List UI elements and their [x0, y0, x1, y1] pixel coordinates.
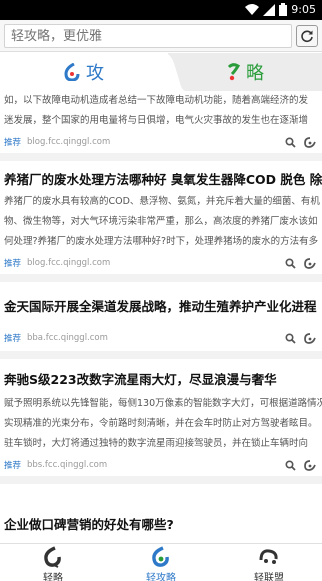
article-url: blog.fcc.qinggl.com	[27, 258, 111, 268]
battery-icon	[279, 3, 288, 16]
article-meta: 推荐 bbs.fcc.qinggl.com	[4, 454, 322, 476]
article-card[interactable]: 企业做口碑营销的好处有哪些?	[0, 484, 322, 533]
article-url: bba.fcc.qinggl.com	[27, 333, 108, 343]
article-url: blog.fcc.qinggl.com	[27, 137, 111, 147]
summary-line: 如，以下故障电动机造成者总结一下故障电动机功能，随着高端经济的发	[4, 95, 309, 106]
wifi-icon	[245, 4, 260, 15]
search-icon[interactable]	[285, 459, 296, 471]
recommend-tag: 推荐	[4, 138, 22, 148]
status-time: 9:05	[291, 3, 316, 16]
summary-line: 何处理?养猪厂的废水处理方法哪种好?时下，处理养猪场的废水的方法有多	[4, 236, 319, 247]
search-input[interactable]	[4, 24, 292, 48]
tab-lue[interactable]: 略	[168, 53, 322, 91]
nav-qinglianmeng[interactable]: 轻联盟	[234, 544, 304, 581]
recommend-tag: 推荐	[4, 259, 22, 269]
article-card[interactable]: 金天国际开展全渠道发展战略，推动生殖养护产业化进程 推荐 bba.fcc.qin…	[0, 282, 322, 359]
article-summary: 赋予照明系统以先锋智能，每侧130万像素的智能数字大灯，可根据道路情况 实现精准…	[4, 394, 322, 454]
nav-qinglue-label: 轻略	[43, 573, 63, 581]
nav-qinglue[interactable]: 轻略	[18, 544, 88, 581]
tab-gong-label: 攻	[86, 63, 104, 84]
nav-qinglianmeng-label: 轻联盟	[254, 573, 284, 581]
search-icon[interactable]	[285, 257, 296, 269]
recommend-tag: 推荐	[4, 334, 22, 344]
summary-line: 驻车锁时，大灯将通过独特的数字流星雨迎接驾驶员，并在锁止车辆时向	[4, 438, 309, 449]
search-icon[interactable]	[285, 332, 296, 344]
summary-line: 养猪厂的废水具有较高的COD、悬浮物、氨氮，并充斥着大量的细菌、有机	[4, 196, 320, 207]
refresh-icon	[301, 30, 313, 43]
share-icon[interactable]	[304, 136, 316, 148]
tab-lue-label: 略	[246, 63, 264, 84]
recommend-tag: 推荐	[4, 461, 22, 471]
share-icon[interactable]	[304, 257, 316, 269]
share-icon[interactable]	[304, 332, 316, 344]
share-icon[interactable]	[304, 459, 316, 471]
status-bar: 9:05	[0, 0, 322, 20]
article-card[interactable]: 养猪厂的废水处理方法哪种好 臭氧发生器降COD 脱色 除 养猪厂的废水具有较高的…	[0, 161, 322, 282]
article-summary: 如，以下故障电动机造成者总结一下故障电动机功能，随着高端经济的发 迷发展，整个国…	[4, 91, 322, 131]
article-title[interactable]: 金天国际开展全渠道发展战略，推动生殖养护产业化进程	[4, 282, 322, 315]
green-tab-icon	[227, 63, 241, 81]
article-meta: 推荐 bba.fcc.qinggl.com	[4, 325, 322, 351]
article-feed[interactable]: 如，以下故障电动机造成者总结一下故障电动机功能，随着高端经济的发 迷发展，整个国…	[0, 91, 322, 543]
qinglianmeng-icon	[259, 549, 278, 564]
article-summary: 养猪厂的废水具有较高的COD、悬浮物、氨氮，并充斥着大量的细菌、有机 物、微生物…	[4, 192, 322, 252]
article-card[interactable]: 如，以下故障电动机造成者总结一下故障电动机功能，随着高端经济的发 迷发展，整个国…	[0, 91, 322, 161]
article-title[interactable]: 奔驰S级223改数字流星雨大灯，尽显浪漫与奢华	[4, 359, 322, 388]
article-meta: 推荐 blog.fcc.qinggl.com	[4, 252, 322, 274]
search-icon[interactable]	[285, 136, 296, 148]
nav-qinggonglue[interactable]: 轻攻略	[126, 544, 196, 581]
article-url: bbs.fcc.qinggl.com	[27, 460, 108, 470]
blue-tab-icon	[64, 63, 80, 81]
status-icons: 9:05	[245, 3, 316, 16]
article-meta: 推荐 blog.fcc.qinggl.com	[4, 131, 322, 153]
summary-line: 赋予照明系统以先锋智能，每侧130万像素的智能数字大灯，可根据道路情况	[4, 398, 322, 409]
article-card[interactable]: 奔驰S级223改数字流星雨大灯，尽显浪漫与奢华 赋予照明系统以先锋智能，每侧13…	[0, 359, 322, 484]
search-bar	[0, 20, 322, 52]
signal-icon	[263, 3, 276, 16]
qinggonglue-icon	[152, 546, 169, 567]
summary-line: 实现精准的光束分布，令前路时刻清晰，并在会车时防止对方驾驶者眩目。	[4, 418, 318, 429]
nav-qinggonglue-label: 轻攻略	[146, 573, 176, 581]
summary-line: 物、微生物等，对大气环境污染非常严重，那么，高浓度的养猪厂废水该如	[4, 216, 318, 227]
summary-line: 迷发展，整个国家的用电量将与日俱增，电气火灾事故的发生也在逐渐增	[4, 115, 309, 126]
tab-gong[interactable]: 攻	[0, 53, 168, 91]
tab-bar: 略 攻	[0, 53, 322, 91]
bottom-nav: 轻略 轻攻略 轻联盟	[0, 543, 322, 581]
article-title[interactable]: 企业做口碑营销的好处有哪些?	[4, 484, 322, 533]
article-title[interactable]: 养猪厂的废水处理方法哪种好 臭氧发生器降COD 脱色 除	[4, 161, 322, 188]
qinglue-icon	[44, 546, 61, 568]
refresh-button[interactable]	[296, 25, 318, 47]
